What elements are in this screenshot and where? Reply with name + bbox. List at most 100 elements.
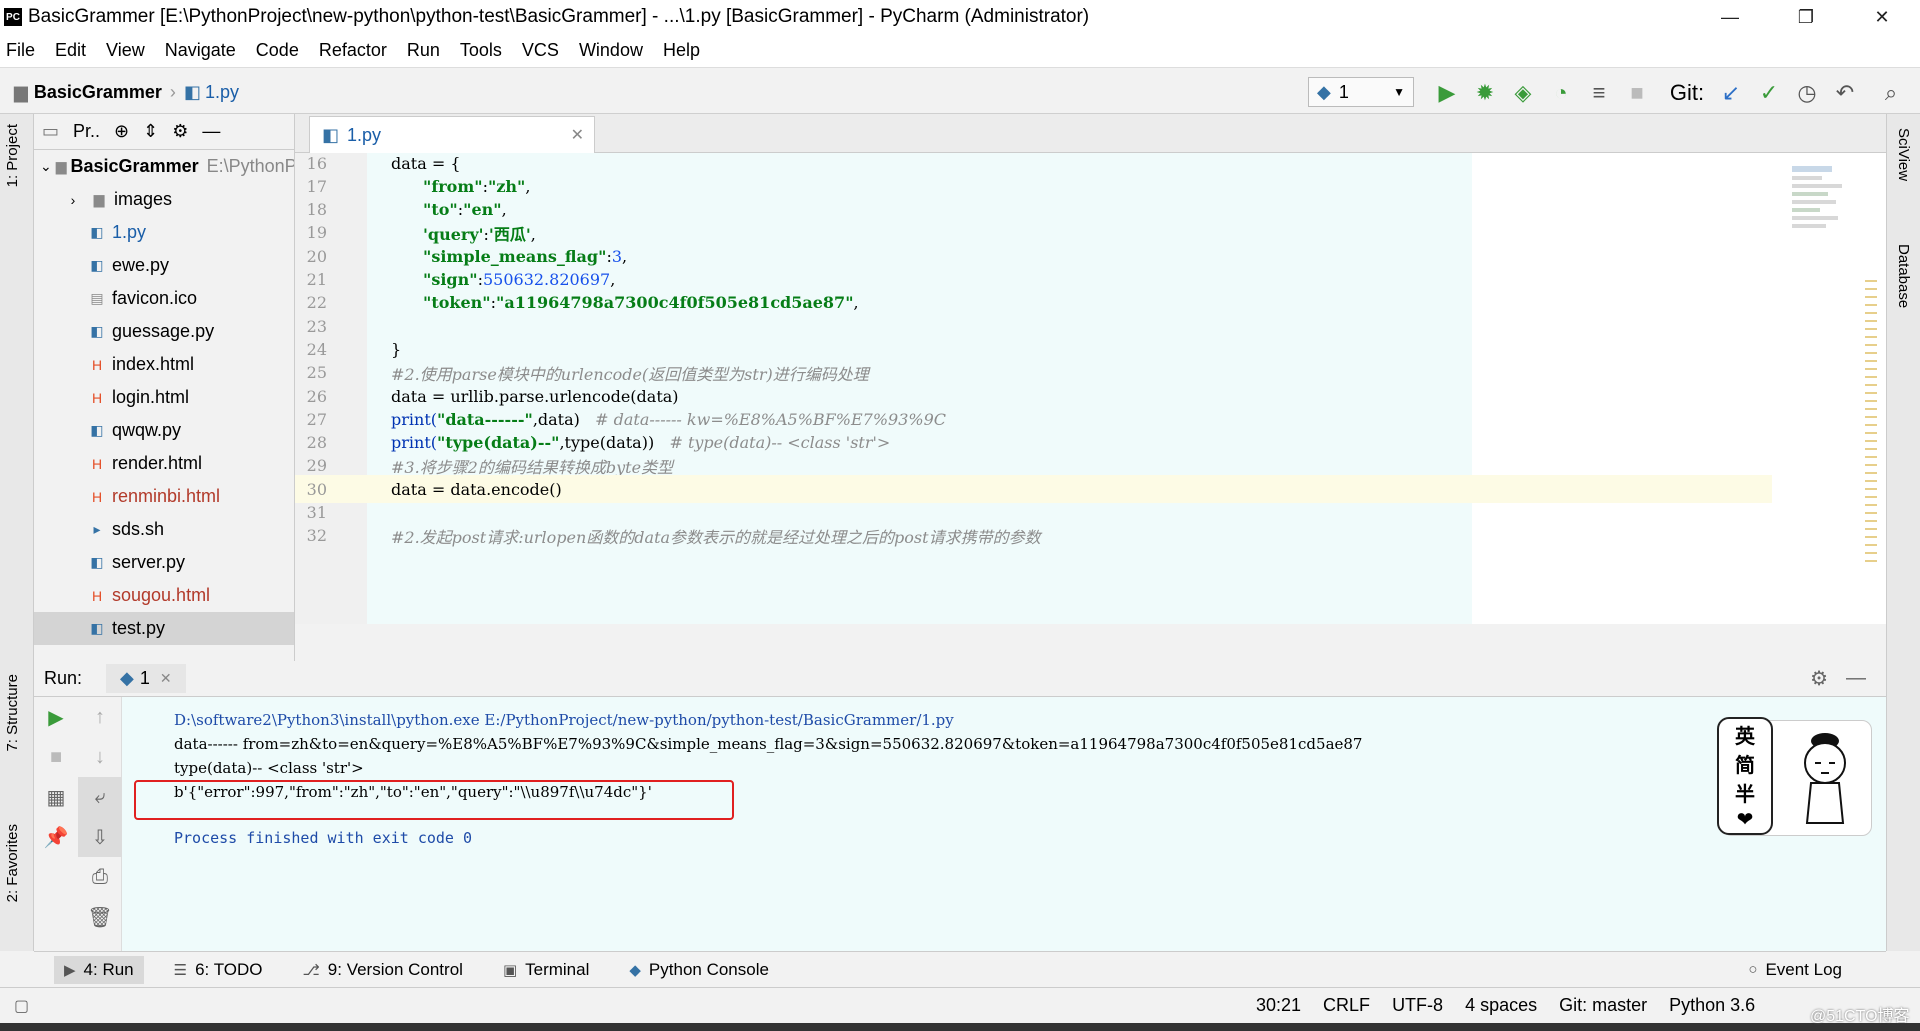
menu-navigate[interactable]: Navigate (165, 40, 236, 61)
gear-icon[interactable]: ⚙ (172, 121, 188, 142)
breadcrumb-file[interactable]: 1.py (205, 82, 239, 103)
console-line: type(data)-- <class 'str'> (174, 759, 364, 777)
tab-todo[interactable]: ☰ 6: TODO (164, 956, 273, 984)
search-icon[interactable]: ⌕ (1872, 80, 1910, 106)
line-separator[interactable]: CRLF (1323, 995, 1370, 1016)
panel-toggle-icon[interactable]: ▢ (14, 996, 29, 1016)
concurrency-icon[interactable]: ≡ (1580, 80, 1618, 106)
tree-item[interactable]: › ▆ images (34, 183, 294, 216)
python-interpreter[interactable]: Python 3.6 (1669, 995, 1755, 1016)
html-file-icon: H (91, 356, 103, 373)
scroll-to-end-icon[interactable]: ⇩ (78, 817, 122, 857)
tree-item-label: login.html (112, 387, 190, 407)
close-icon[interactable]: ✕ (160, 670, 172, 687)
tree-item[interactable]: ◧ test.py (34, 612, 294, 645)
scrollbar-markers[interactable] (1865, 274, 1879, 564)
pin-icon[interactable]: 📌 (34, 817, 78, 857)
tree-item[interactable]: ◧ ewe.py (34, 249, 294, 282)
menu-window[interactable]: Window (579, 40, 643, 61)
run-config-select[interactable]: ◆ 1 ▼ (1308, 77, 1414, 107)
tab-event-log[interactable]: ○ Event Log (1738, 956, 1852, 984)
menu-refactor[interactable]: Refactor (319, 40, 387, 61)
code-token: "from" (423, 176, 483, 196)
tree-item[interactable]: Hrenminbi.html (34, 480, 294, 513)
profile-icon[interactable]: ◔ (1542, 80, 1580, 106)
vcs-commit-icon[interactable]: ✓ (1750, 80, 1788, 106)
tree-item[interactable]: ▤ favicon.ico (34, 282, 294, 315)
run-tab[interactable]: ◆ 1 ✕ (106, 664, 186, 693)
close-icon[interactable]: ✕ (571, 125, 584, 145)
tree-item-label: test.py (112, 618, 166, 638)
tree-item[interactable]: Hindex.html (34, 348, 294, 381)
tree-item[interactable]: ◧ server.py (34, 546, 294, 579)
tab-database[interactable]: Database (1895, 244, 1912, 308)
menu-vcs[interactable]: VCS (522, 40, 559, 61)
tab-run[interactable]: ▶ 4: Run (54, 955, 144, 984)
indent-setting[interactable]: 4 spaces (1465, 995, 1537, 1016)
code-token: # type(data)-- <class 'str'> (669, 433, 891, 453)
git-branch[interactable]: Git: master (1559, 995, 1647, 1016)
vcs-update-icon[interactable]: ↙ (1712, 80, 1750, 106)
sticker-char: 英 (1735, 726, 1755, 748)
tree-item[interactable]: ◧ guessage.py (34, 315, 294, 348)
chevron-down-icon[interactable]: ⌄ (40, 157, 52, 177)
minimap[interactable] (1792, 162, 1852, 562)
tree-item[interactable]: Hrender.html (34, 447, 294, 480)
branch-icon: ⎇ (302, 961, 320, 979)
code-line[interactable]: 32 #2.发起post请求:urlopen函数的data参数表示的就是经过处理之… (295, 522, 1772, 550)
menu-tools[interactable]: Tools (460, 40, 502, 61)
arrow-down-icon[interactable]: ↓ (78, 737, 122, 777)
hide-icon[interactable]: — (202, 121, 220, 142)
gear-icon[interactable]: ⚙ (1810, 666, 1828, 691)
menu-code[interactable]: Code (256, 40, 299, 61)
collapse-icon[interactable]: ⇕ (143, 121, 158, 142)
maximize-button[interactable]: ❐ (1768, 0, 1844, 34)
code-text: print("type(data)--",type(data)) # type(… (391, 433, 890, 452)
tab-version-control[interactable]: ⎇ 9: Version Control (293, 956, 473, 984)
arrow-up-icon[interactable]: ↑ (78, 697, 122, 737)
tree-root[interactable]: ⌄ ▆ BasicGrammer E:\PythonProject (34, 150, 294, 183)
menu-help[interactable]: Help (663, 40, 700, 61)
menu-edit[interactable]: Edit (55, 40, 86, 61)
editor-tab-1py[interactable]: ◧ 1.py ✕ (309, 116, 595, 153)
file-encoding[interactable]: UTF-8 (1392, 995, 1443, 1016)
debug-icon[interactable]: ✹ (1466, 80, 1504, 106)
history-icon[interactable]: ◷ (1788, 80, 1826, 106)
tab-project[interactable]: 1: Project (4, 124, 21, 187)
stop-icon[interactable]: ■ (34, 737, 78, 777)
caret-position[interactable]: 30:21 (1256, 995, 1301, 1016)
project-view-select[interactable]: Pr.. (73, 121, 100, 142)
soft-wrap-icon[interactable]: ⤶ (78, 777, 122, 817)
tree-item[interactable]: Hlogin.html (34, 381, 294, 414)
stop-icon[interactable]: ■ (1618, 80, 1656, 106)
menu-run[interactable]: Run (407, 40, 440, 61)
console-output[interactable]: D:\software2\Python3\install\python.exe … (122, 697, 1886, 951)
breadcrumb-project[interactable]: BasicGrammer (34, 82, 162, 103)
tab-structure[interactable]: 7: Structure (4, 674, 21, 752)
tree-item[interactable]: ◧ 1.py (34, 216, 294, 249)
revert-icon[interactable]: ↶ (1826, 80, 1864, 106)
rerun-icon[interactable]: ▶ (34, 697, 78, 737)
tree-item[interactable]: Hsougou.html (34, 579, 294, 612)
layout-icon[interactable]: ▦ (34, 777, 78, 817)
trash-icon[interactable]: 🗑 (78, 897, 122, 937)
python-file-icon: ◧ (183, 82, 201, 102)
tab-favorites[interactable]: 2: Favorites (4, 824, 21, 902)
locate-icon[interactable]: ⊕ (114, 121, 129, 142)
tab-terminal[interactable]: ▣ Terminal (493, 956, 599, 984)
run-icon[interactable]: ▶ (1428, 80, 1466, 106)
close-button[interactable]: ✕ (1844, 0, 1920, 34)
chevron-right-icon[interactable]: › (62, 190, 84, 210)
tab-sciview[interactable]: SciView (1895, 128, 1912, 181)
coverage-icon[interactable]: ◈ (1504, 80, 1542, 106)
minimize-button[interactable]: — (1692, 0, 1768, 34)
tab-python-console[interactable]: ◆ Python Console (619, 956, 779, 984)
python-icon: ◆ (120, 668, 134, 688)
tree-item-label: favicon.ico (112, 288, 198, 308)
menu-view[interactable]: View (106, 40, 145, 61)
hide-icon[interactable]: — (1846, 667, 1866, 690)
menu-file[interactable]: File (6, 40, 35, 61)
tree-item[interactable]: ▸ sds.sh (34, 513, 294, 546)
tree-item[interactable]: ◧ qwqw.py (34, 414, 294, 447)
print-icon[interactable]: ⎙ (78, 857, 122, 897)
